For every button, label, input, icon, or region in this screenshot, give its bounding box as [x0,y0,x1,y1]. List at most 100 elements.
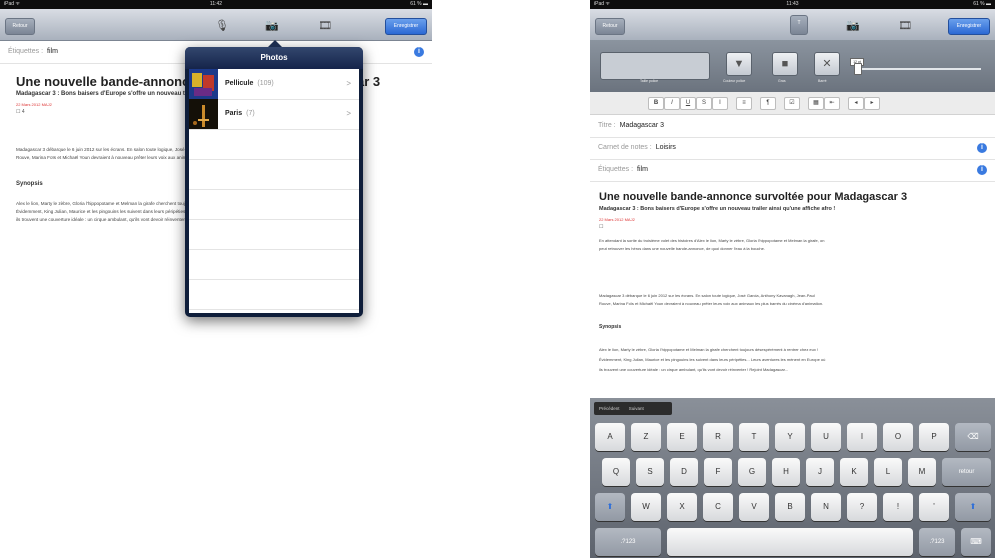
shift-key[interactable]: ⬆ [595,493,625,521]
back-button[interactable]: Retour [5,18,35,35]
info-icon[interactable]: i [977,165,987,175]
back-button[interactable]: Retour [595,18,625,35]
key-c[interactable]: C [703,493,733,521]
clear-button[interactable]: ✕ [814,52,840,76]
key-t[interactable]: T [739,423,769,451]
key-s[interactable]: S [636,458,664,486]
outdent-icon[interactable]: ⇤ [824,97,840,110]
numbers-key[interactable]: .?123 [595,528,661,556]
align-left-icon[interactable]: ◂ [848,97,864,110]
numbers-key[interactable]: .?123 [919,528,955,556]
key-exclamation[interactable]: ! [883,493,913,521]
article-meta: ☐ 4 [16,109,25,115]
save-button[interactable]: Enregistrer [385,18,427,35]
key-question[interactable]: ? [847,493,877,521]
key-v[interactable]: V [739,493,769,521]
table-icon[interactable]: ▦ [808,97,824,110]
album-row-pellicule[interactable]: Pellicule (109) > [189,69,359,100]
key-i[interactable]: I [847,423,877,451]
album-thumbnail [189,69,218,99]
status-bar: iPad ᯤ 11:43 61 % ▬ [590,0,995,9]
key-f[interactable]: F [704,458,732,486]
align-right-icon[interactable]: ▸ [864,97,880,110]
next-button[interactable]: Suivant [629,406,644,411]
bold-button[interactable]: ■ [772,52,798,76]
key-q[interactable]: Q [602,458,630,486]
key-k[interactable]: K [840,458,868,486]
key-o[interactable]: O [883,423,913,451]
key-r[interactable]: R [703,423,733,451]
key-w[interactable]: W [631,493,661,521]
status-bar: iPad ᯤ 11:42 61 % ▬ [0,0,432,9]
key-x[interactable]: X [667,493,697,521]
italic-format-button[interactable]: I [664,97,680,110]
title-field[interactable]: Titre : Madagascar 3 [590,115,995,138]
film-icon[interactable]: 🎞 [898,21,912,32]
battery-label: 61 % ▬ [410,1,428,7]
empty-row [189,279,359,310]
font-size-slider[interactable] [862,68,981,70]
highlight-format-button[interactable]: I [712,97,728,110]
bold-format-button[interactable]: B [648,97,664,110]
key-p[interactable]: P [919,423,949,451]
checkbox-icon[interactable]: ☑ [784,97,800,110]
synopsis-heading: Synopsis [599,324,622,330]
bullet-list-icon[interactable]: ≡ [736,97,752,110]
popover-arrow [268,40,282,47]
album-row-paris[interactable]: Paris (7) > [189,99,359,130]
tags-label: Étiquettes : [8,48,44,55]
space-key[interactable] [667,528,913,556]
tags-field[interactable]: Étiquettes : film i [590,159,995,182]
slider-knob[interactable] [854,63,862,75]
key-h[interactable]: H [772,458,800,486]
article-paragraph: Évidemment, King Julian, Maurice et les … [599,357,826,362]
empty-row [189,249,359,280]
key-y[interactable]: Y [775,423,805,451]
save-button[interactable]: Enregistrer [948,18,990,35]
text-format-button[interactable]: T [790,15,808,35]
article-title: Une nouvelle bande-annonce survoltée pou… [599,191,908,203]
format-toolbar: B I U S I ≡ ¶ ☑ ▦ ⇤ ◂ ▸ [590,92,995,115]
film-icon[interactable]: 🎞 [318,21,332,32]
empty-row [189,129,359,160]
key-g[interactable]: G [738,458,766,486]
article-paragraph: Rouve, Marina Foïs et Michaël Youn devra… [599,301,824,306]
key-apostrophe[interactable]: ' [919,493,949,521]
key-u[interactable]: U [811,423,841,451]
info-icon[interactable]: i [414,47,424,57]
article-paragraph: Alex le lion, Marty le zèbre, Gloria l'h… [599,347,819,352]
empty-row [189,189,359,220]
key-m[interactable]: M [908,458,936,486]
info-icon[interactable]: i [977,143,987,153]
album-list: Pellicule (109) > Paris (7) > [189,69,359,313]
microphone-icon[interactable]: 🎙 [215,21,229,32]
notebook-label: Carnet de notes : [598,144,652,151]
tags-label: Étiquettes : [598,166,634,173]
empty-row [189,219,359,250]
notebook-field[interactable]: Carnet de notes : Loisirs i [590,137,995,160]
key-z[interactable]: Z [631,423,661,451]
camera-icon[interactable]: 📷 [846,21,860,32]
album-count: (109) [257,80,274,87]
key-b[interactable]: B [775,493,805,521]
key-j[interactable]: J [806,458,834,486]
font-color-label: Couleur police [723,79,746,83]
key-n[interactable]: N [811,493,841,521]
key-l[interactable]: L [874,458,902,486]
numbered-list-icon[interactable]: ¶ [760,97,776,110]
camera-icon[interactable]: 📷 [265,21,279,32]
key-d[interactable]: D [670,458,698,486]
key-a[interactable]: A [595,423,625,451]
previous-button[interactable]: Précédent [599,406,620,411]
shift-key[interactable]: ⬆ [955,493,991,521]
keyboard-hide-icon[interactable]: ⌨ [961,528,991,556]
font-color-button[interactable]: ▼ [726,52,752,76]
article-date: 22 Mars 2012 MAJ2 [16,102,52,107]
underline-format-button[interactable]: U [680,97,696,110]
backspace-key[interactable]: ⌫ [955,423,991,451]
return-key[interactable]: retour [942,458,991,486]
font-preview-box[interactable] [600,52,710,80]
key-e[interactable]: E [667,423,697,451]
album-count: (7) [246,110,255,117]
strikethrough-format-button[interactable]: S [696,97,712,110]
